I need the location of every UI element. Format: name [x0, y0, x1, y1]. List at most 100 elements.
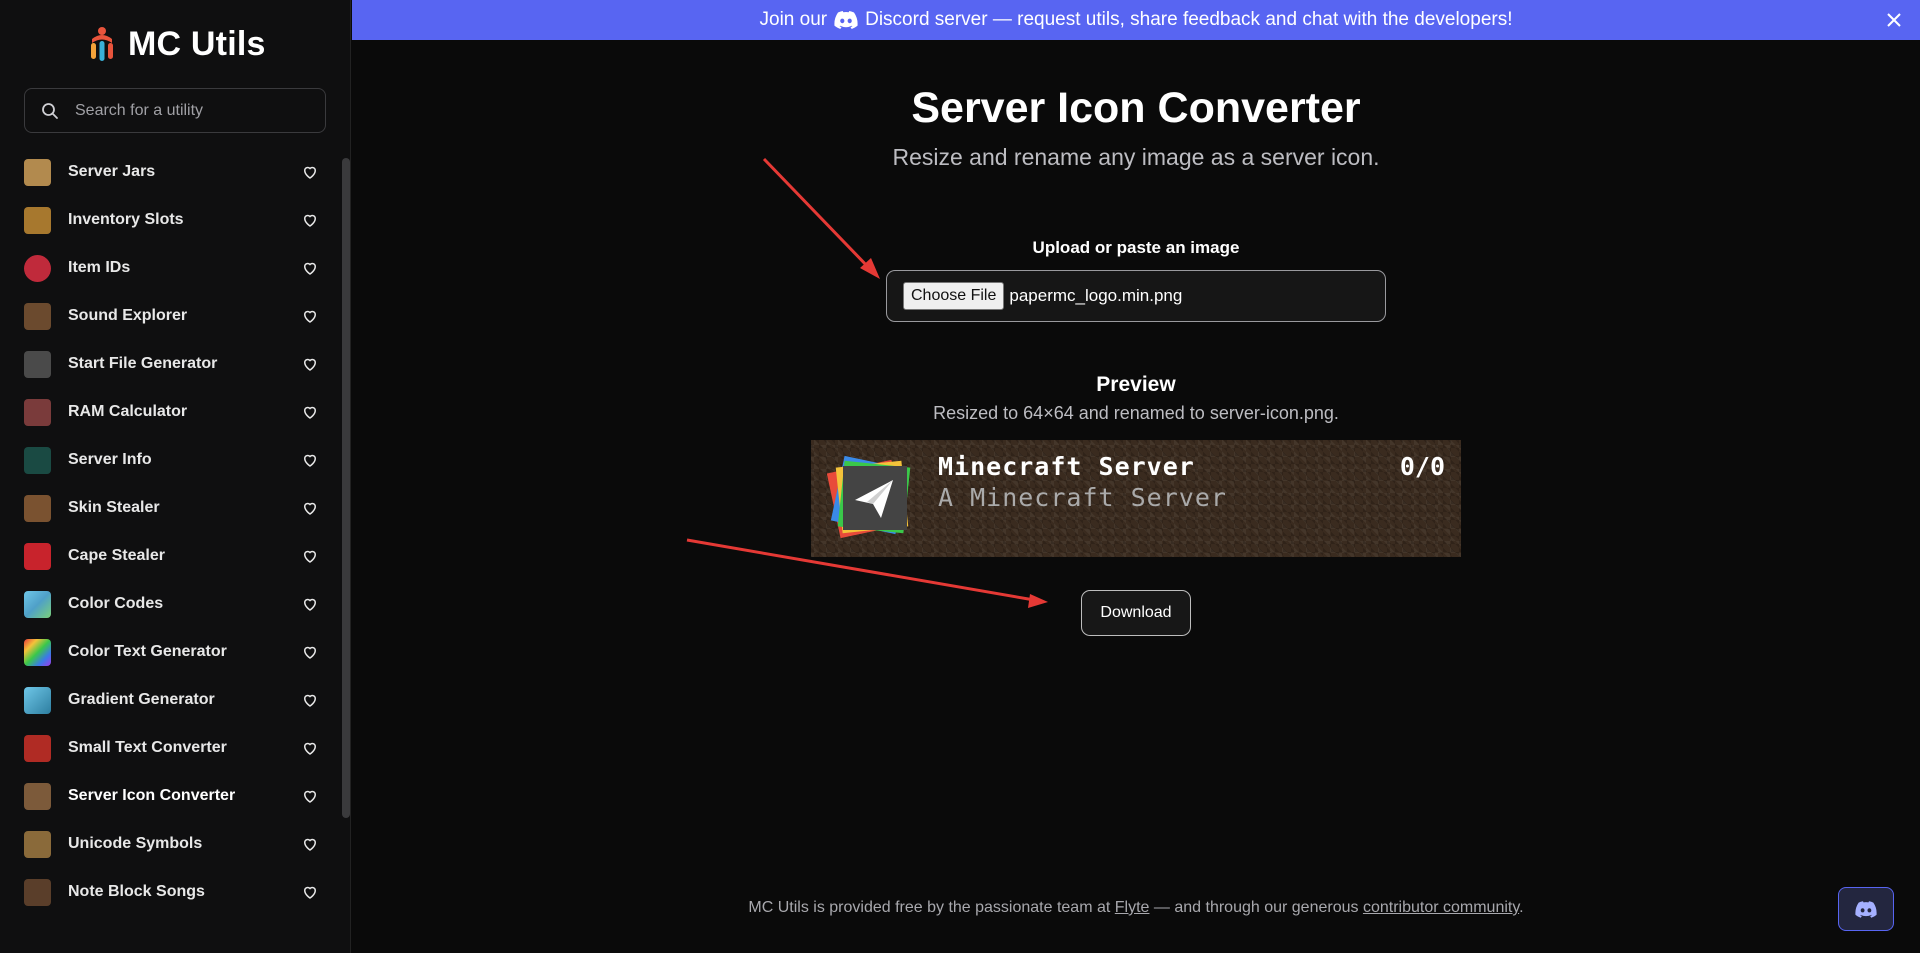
sidebar-item-label: Start File Generator [68, 355, 218, 372]
heart-icon[interactable] [301, 451, 319, 469]
command-block-icon [24, 350, 51, 378]
heart-icon[interactable] [301, 739, 319, 757]
heart-icon[interactable] [301, 307, 319, 325]
sidebar-item-label: Item IDs [68, 259, 131, 276]
sidebar-item-color-codes[interactable]: Color Codes [0, 580, 340, 628]
sidebar-item-label: Unicode Symbols [68, 835, 203, 852]
page-subtitle: Resize and rename any image as a server … [892, 144, 1380, 170]
server-jars-icon [24, 158, 51, 186]
discord-button[interactable] [1838, 887, 1894, 931]
heart-icon[interactable] [301, 355, 319, 373]
note-block-icon [24, 302, 51, 330]
server-name: Minecraft Server [938, 452, 1195, 481]
download-button[interactable]: Download [1081, 590, 1191, 636]
sculk-sensor-icon [24, 446, 51, 474]
heart-icon[interactable] [301, 883, 319, 901]
sidebar-item-unicode-symbols[interactable]: Unicode Symbols [0, 820, 340, 868]
heart-icon[interactable] [301, 403, 319, 421]
sidebar-item-label: Gradient Generator [68, 691, 215, 708]
heart-icon[interactable] [301, 787, 319, 805]
steve-head-icon [24, 494, 51, 522]
sidebar-item-label: Sound Explorer [68, 307, 188, 324]
search-icon [42, 102, 58, 119]
selected-file-name: papermc_logo.min.png [1009, 286, 1183, 305]
sidebar-item-label: Server Info [68, 451, 152, 468]
upload-label: Upload or paste an image [1032, 238, 1240, 257]
heart-icon[interactable] [301, 259, 319, 277]
server-icon-image [827, 455, 911, 539]
sidebar-item-label: Color Codes [68, 595, 164, 612]
sidebar-item-label: Skin Stealer [68, 499, 160, 516]
dirt-block-icon [24, 782, 51, 810]
discord-icon [834, 11, 858, 29]
unicode-block-icon [24, 830, 51, 858]
sidebar-item-inventory-slots[interactable]: Inventory Slots [0, 196, 340, 244]
footer-text-3: . [1519, 899, 1524, 916]
heart-icon[interactable] [301, 499, 319, 517]
sidebar-item-label: Cape Stealer [68, 547, 165, 564]
banner-text: Discord server — request utils, share fe… [865, 9, 1513, 30]
arrow-head-file-input [860, 258, 880, 279]
heart-icon[interactable] [301, 595, 319, 613]
player-count: 0/0 [1399, 452, 1445, 481]
app-name: MC Utils [128, 24, 266, 63]
sidebar-item-gradient-generator[interactable]: Gradient Generator [0, 676, 340, 724]
sidebar-item-label: Note Block Songs [68, 883, 205, 900]
sidebar-item-server-info[interactable]: Server Info [0, 436, 340, 484]
apple-icon [24, 254, 51, 282]
close-icon[interactable] [1884, 10, 1904, 30]
banner-text-prefix: Join our [759, 9, 828, 30]
cape-icon [24, 542, 51, 570]
sidebar-item-server-jars[interactable]: Server Jars [0, 148, 340, 196]
footer-text-2: — and through our generous [1153, 899, 1359, 916]
chest-icon [24, 206, 51, 234]
rainbow-block-icon [24, 638, 51, 666]
small-text-block-icon [24, 734, 51, 762]
color-block-icon [24, 590, 51, 618]
file-input[interactable]: Choose File papermc_logo.min.png [886, 270, 1386, 322]
search-input[interactable] [73, 100, 317, 121]
sidebar-item-small-text-converter[interactable]: Small Text Converter [0, 724, 340, 772]
arrow-head-download [1028, 594, 1048, 608]
sidebar-item-label: Inventory Slots [68, 211, 184, 228]
mc-utils-logo-icon [91, 27, 113, 61]
sidebar-item-label: RAM Calculator [68, 403, 188, 420]
sidebar-item-cape-stealer[interactable]: Cape Stealer [0, 532, 340, 580]
sidebar: MC Utils Server Jars Inventory Slots Ite… [0, 0, 351, 953]
flyte-link[interactable]: Flyte [1115, 899, 1150, 916]
ram-block-icon [24, 398, 51, 426]
preview-subtitle: Resized to 64×64 and renamed to server-i… [933, 403, 1339, 423]
heart-icon[interactable] [301, 547, 319, 565]
discord-banner[interactable]: Join our Discord server — request utils,… [352, 0, 1920, 40]
footer-text-1: MC Utils is provided free by the passion… [748, 899, 1111, 916]
sidebar-item-sound-explorer[interactable]: Sound Explorer [0, 292, 340, 340]
discord-icon [1855, 900, 1877, 918]
heart-icon[interactable] [301, 691, 319, 709]
contributor-community-link[interactable]: contributor community [1363, 899, 1519, 916]
sidebar-item-color-text-generator[interactable]: Color Text Generator [0, 628, 340, 676]
sidebar-item-label: Server Jars [68, 163, 156, 180]
sidebar-item-label: Server Icon Converter [68, 787, 236, 804]
app-logo[interactable]: MC Utils [86, 24, 266, 64]
sidebar-item-server-icon-converter[interactable]: Server Icon Converter [0, 772, 340, 820]
server-list-preview: Minecraft Server A Minecraft Server 0/0 [811, 440, 1461, 557]
sidebar-item-ram-calculator[interactable]: RAM Calculator [0, 388, 340, 436]
heart-icon[interactable] [301, 835, 319, 853]
footer: MC Utils is provided free by the passion… [352, 899, 1920, 917]
page-title: Server Icon Converter [911, 84, 1361, 132]
server-motd: A Minecraft Server [938, 483, 1227, 512]
sidebar-item-label: Small Text Converter [68, 739, 227, 756]
sidebar-item-start-file-generator[interactable]: Start File Generator [0, 340, 340, 388]
heart-icon[interactable] [301, 163, 319, 181]
jukebox-icon [24, 878, 51, 906]
choose-file-button[interactable]: Choose File [903, 282, 1005, 310]
sidebar-item-note-block-songs[interactable]: Note Block Songs [0, 868, 340, 916]
search-box[interactable] [24, 88, 326, 133]
preview-title: Preview [1096, 373, 1176, 396]
sidebar-scrollbar[interactable] [342, 158, 350, 818]
gradient-block-icon [24, 686, 51, 714]
sidebar-item-skin-stealer[interactable]: Skin Stealer [0, 484, 340, 532]
heart-icon[interactable] [301, 211, 319, 229]
sidebar-item-item-ids[interactable]: Item IDs [0, 244, 340, 292]
heart-icon[interactable] [301, 643, 319, 661]
